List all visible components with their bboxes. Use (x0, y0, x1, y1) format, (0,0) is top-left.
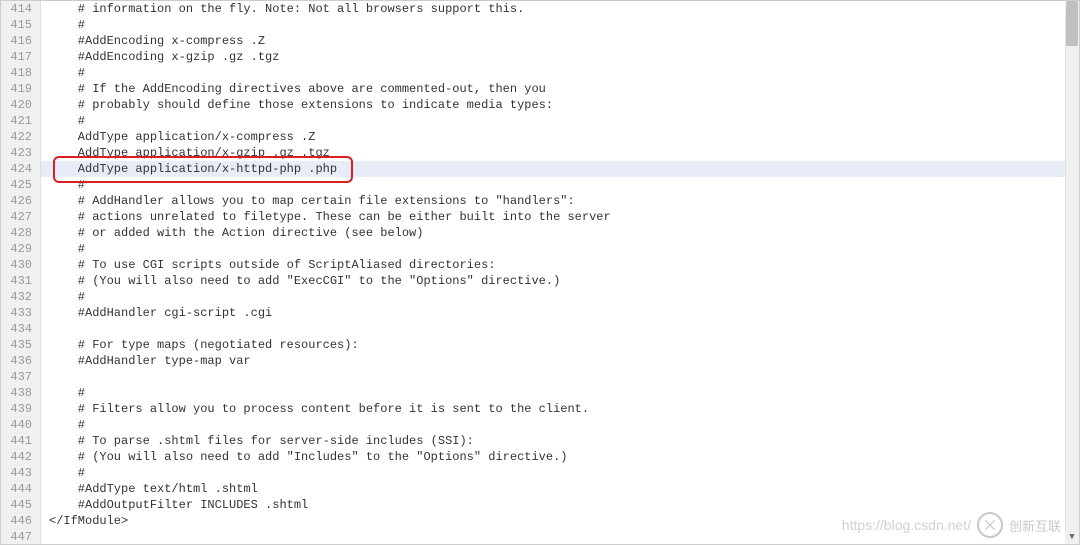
line-number: 445 (5, 497, 32, 513)
line-number: 421 (5, 113, 32, 129)
line-number: 443 (5, 465, 32, 481)
code-line[interactable]: # information on the fly. Note: Not all … (41, 1, 1079, 17)
line-number: 439 (5, 401, 32, 417)
code-line[interactable]: # Filters allow you to process content b… (41, 401, 1079, 417)
code-line[interactable]: # To use CGI scripts outside of ScriptAl… (41, 257, 1079, 273)
line-number: 433 (5, 305, 32, 321)
line-number: 422 (5, 129, 32, 145)
line-number: 418 (5, 65, 32, 81)
code-line[interactable]: # or added with the Action directive (se… (41, 225, 1079, 241)
line-number: 435 (5, 337, 32, 353)
code-line[interactable]: # (You will also need to add "ExecCGI" t… (41, 273, 1079, 289)
code-line[interactable]: # (41, 17, 1079, 33)
line-number: 419 (5, 81, 32, 97)
line-number: 427 (5, 209, 32, 225)
scrollbar-vertical[interactable]: ▲ ▼ (1065, 1, 1079, 544)
line-number: 431 (5, 273, 32, 289)
code-line[interactable]: # (41, 241, 1079, 257)
line-number: 416 (5, 33, 32, 49)
line-number: 414 (5, 1, 32, 17)
code-line[interactable]: # (41, 113, 1079, 129)
code-line[interactable]: # (41, 417, 1079, 433)
code-line[interactable]: #AddEncoding x-gzip .gz .tgz (41, 49, 1079, 65)
code-line[interactable]: # (41, 177, 1079, 193)
line-number: 420 (5, 97, 32, 113)
line-number: 430 (5, 257, 32, 273)
line-number: 447 (5, 529, 32, 545)
line-number-gutter: 4144154164174184194204214224234244254264… (1, 1, 41, 544)
code-line[interactable]: #AddHandler type-map var (41, 353, 1079, 369)
line-number: 423 (5, 145, 32, 161)
line-number: 424 (5, 161, 32, 177)
editor-container: 4144154164174184194204214224234244254264… (1, 1, 1079, 544)
code-line[interactable]: AddType application/x-compress .Z (41, 129, 1079, 145)
code-line[interactable]: </IfModule> (41, 513, 1079, 529)
line-number: 429 (5, 241, 32, 257)
line-number: 446 (5, 513, 32, 529)
code-line[interactable]: # probably should define those extension… (41, 97, 1079, 113)
code-line[interactable]: # (41, 465, 1079, 481)
code-line[interactable]: # AddHandler allows you to map certain f… (41, 193, 1079, 209)
code-line[interactable]: # If the AddEncoding directives above ar… (41, 81, 1079, 97)
line-number: 440 (5, 417, 32, 433)
code-line[interactable] (41, 321, 1079, 337)
code-line[interactable]: # (41, 385, 1079, 401)
line-number: 437 (5, 369, 32, 385)
code-line[interactable] (41, 369, 1079, 385)
code-line[interactable]: # (41, 289, 1079, 305)
line-number: 432 (5, 289, 32, 305)
line-number: 434 (5, 321, 32, 337)
line-number: 436 (5, 353, 32, 369)
line-number: 417 (5, 49, 32, 65)
scrollbar-thumb[interactable] (1066, 1, 1078, 46)
code-line[interactable]: # (41, 65, 1079, 81)
code-line[interactable]: #AddType text/html .shtml (41, 481, 1079, 497)
code-line[interactable]: #AddHandler cgi-script .cgi (41, 305, 1079, 321)
scrollbar-down-arrow[interactable]: ▼ (1065, 530, 1079, 544)
code-line[interactable]: AddType application/x-gzip .gz .tgz (41, 145, 1079, 161)
line-number: 428 (5, 225, 32, 241)
line-number: 441 (5, 433, 32, 449)
line-number: 426 (5, 193, 32, 209)
line-number: 415 (5, 17, 32, 33)
code-line[interactable] (41, 529, 1079, 544)
code-line[interactable]: AddType application/x-httpd-php .php (41, 161, 1079, 177)
line-number: 442 (5, 449, 32, 465)
line-number: 438 (5, 385, 32, 401)
line-number: 425 (5, 177, 32, 193)
code-line[interactable]: #AddOutputFilter INCLUDES .shtml (41, 497, 1079, 513)
code-line[interactable]: # actions unrelated to filetype. These c… (41, 209, 1079, 225)
line-number: 444 (5, 481, 32, 497)
code-line[interactable]: # To parse .shtml files for server-side … (41, 433, 1079, 449)
code-line[interactable]: #AddEncoding x-compress .Z (41, 33, 1079, 49)
code-area[interactable]: # information on the fly. Note: Not all … (41, 1, 1079, 544)
code-line[interactable]: # (You will also need to add "Includes" … (41, 449, 1079, 465)
code-line[interactable]: # For type maps (negotiated resources): (41, 337, 1079, 353)
